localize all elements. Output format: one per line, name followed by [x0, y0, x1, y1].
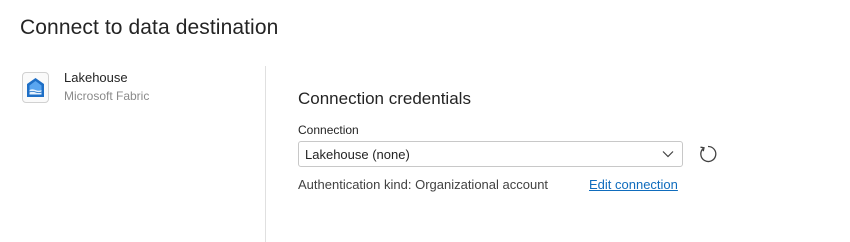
destination-item-lakehouse[interactable]: Lakehouse Microsoft Fabric	[22, 68, 252, 110]
refresh-icon	[700, 145, 717, 163]
connection-label: Connection	[298, 123, 359, 137]
destination-provider: Microsoft Fabric	[64, 89, 150, 103]
refresh-button[interactable]	[696, 142, 720, 166]
pane-divider	[265, 66, 266, 242]
authentication-kind-text: Authentication kind: Organizational acco…	[298, 177, 549, 192]
destination-name: Lakehouse	[64, 70, 128, 85]
destination-list: Lakehouse Microsoft Fabric	[0, 62, 265, 242]
edit-connection-link[interactable]: Edit connection	[589, 177, 678, 192]
credentials-panel: Connection credentials Connection Lakeho…	[298, 62, 838, 242]
page-title: Connect to data destination	[20, 16, 279, 39]
section-title: Connection credentials	[298, 89, 471, 108]
connection-dropdown-value: Lakehouse (none)	[305, 147, 410, 162]
chevron-down-icon	[662, 151, 674, 158]
lakehouse-icon	[22, 72, 49, 103]
connection-dropdown[interactable]: Lakehouse (none)	[298, 141, 683, 167]
